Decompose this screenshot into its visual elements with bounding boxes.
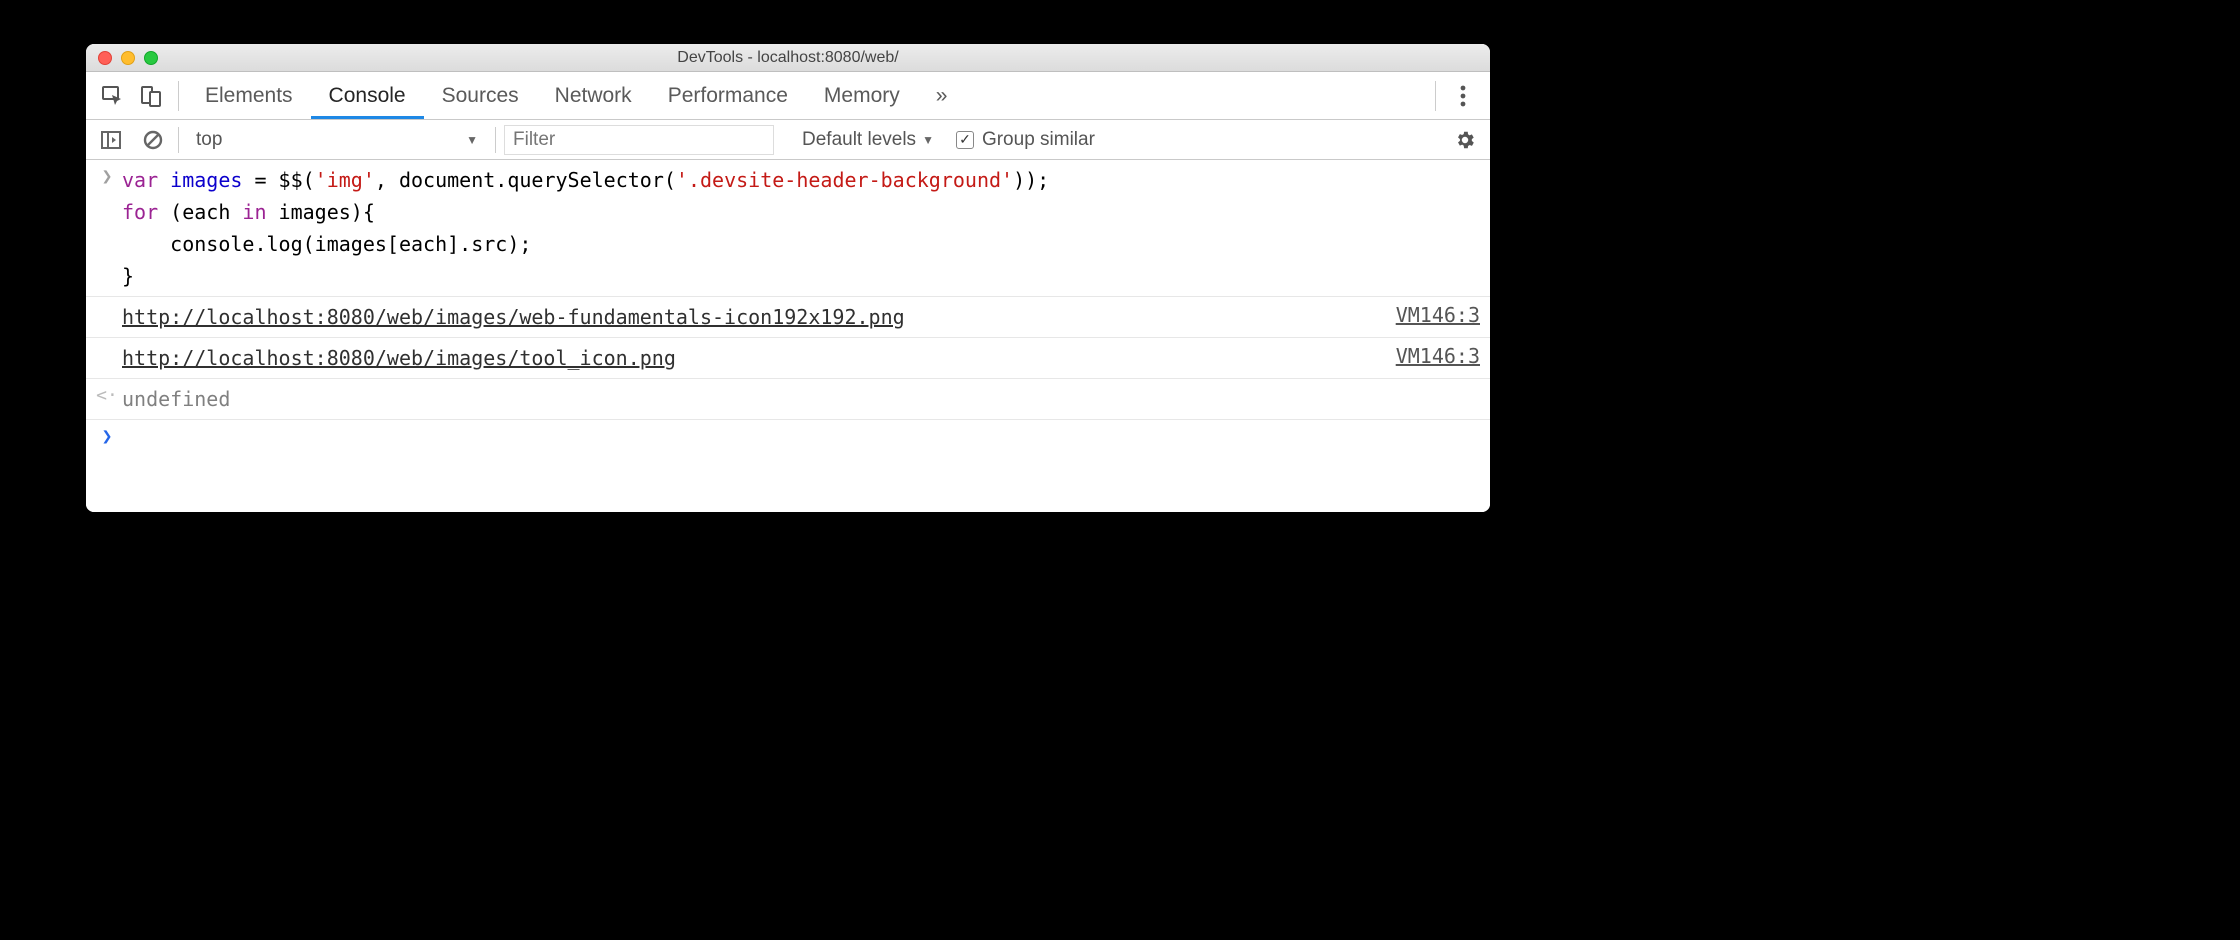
return-value: undefined: [122, 383, 1480, 415]
device-toolbar-icon[interactable]: [132, 77, 170, 115]
prompt-chevron-icon: ❯: [92, 424, 122, 447]
close-window-button[interactable]: [98, 51, 112, 65]
return-chevron-icon: <·: [92, 383, 122, 406]
group-similar-toggle[interactable]: ✓ Group similar: [956, 129, 1095, 151]
console-output[interactable]: ❯ var images = $$('img', document.queryS…: [86, 160, 1490, 512]
toggle-sidebar-icon[interactable]: [94, 123, 128, 157]
titlebar: DevTools - localhost:8080/web/: [86, 44, 1490, 72]
separator: [178, 127, 179, 153]
log-source-link[interactable]: VM146:3: [1396, 301, 1480, 327]
separator: [1435, 81, 1436, 111]
entered-code: var images = $$('img', document.querySel…: [122, 164, 1480, 292]
window-title: DevTools - localhost:8080/web/: [86, 49, 1490, 67]
log-source-link[interactable]: VM146:3: [1396, 342, 1480, 368]
devtools-window: DevTools - localhost:8080/web/ Elements …: [86, 44, 1490, 512]
tab-elements[interactable]: Elements: [187, 72, 311, 119]
tab-sources[interactable]: Sources: [424, 72, 537, 119]
input-chevron-icon: ❯: [92, 164, 122, 187]
tab-network[interactable]: Network: [537, 72, 650, 119]
clear-console-icon[interactable]: [136, 123, 170, 157]
console-log-row: http://localhost:8080/web/images/tool_ic…: [86, 338, 1490, 379]
separator: [178, 81, 179, 111]
devtools-tabbar: Elements Console Sources Network Perform…: [86, 72, 1490, 120]
log-message-link[interactable]: http://localhost:8080/web/images/web-fun…: [122, 305, 905, 329]
minimize-window-button[interactable]: [121, 51, 135, 65]
log-message-link[interactable]: http://localhost:8080/web/images/tool_ic…: [122, 346, 676, 370]
group-similar-label: Group similar: [982, 129, 1095, 151]
filter-input[interactable]: [504, 125, 774, 155]
tab-memory[interactable]: Memory: [806, 72, 918, 119]
tab-console[interactable]: Console: [311, 72, 424, 119]
tabs-overflow-icon[interactable]: »: [918, 72, 966, 119]
console-settings-icon[interactable]: [1448, 123, 1482, 157]
dropdown-triangle-icon: ▼: [922, 133, 934, 147]
console-log-row: http://localhost:8080/web/images/web-fun…: [86, 297, 1490, 338]
levels-label: Default levels: [802, 129, 916, 151]
log-levels-select[interactable]: Default levels ▼: [802, 129, 934, 151]
window-controls: [98, 51, 158, 65]
dropdown-triangle-icon: ▼: [466, 133, 478, 147]
kebab-menu-icon[interactable]: [1444, 77, 1482, 115]
execution-context-select[interactable]: top ▼: [187, 126, 487, 154]
console-toolbar: top ▼ Default levels ▼ ✓ Group similar: [86, 120, 1490, 160]
console-input-row: ❯ var images = $$('img', document.queryS…: [86, 160, 1490, 297]
tab-performance[interactable]: Performance: [650, 72, 806, 119]
console-return-row: <· undefined: [86, 379, 1490, 420]
zoom-window-button[interactable]: [144, 51, 158, 65]
checkbox-checked-icon: ✓: [956, 131, 974, 149]
console-prompt-row[interactable]: ❯: [86, 420, 1490, 451]
separator: [495, 127, 496, 153]
inspect-element-icon[interactable]: [94, 77, 132, 115]
context-label: top: [196, 129, 222, 151]
